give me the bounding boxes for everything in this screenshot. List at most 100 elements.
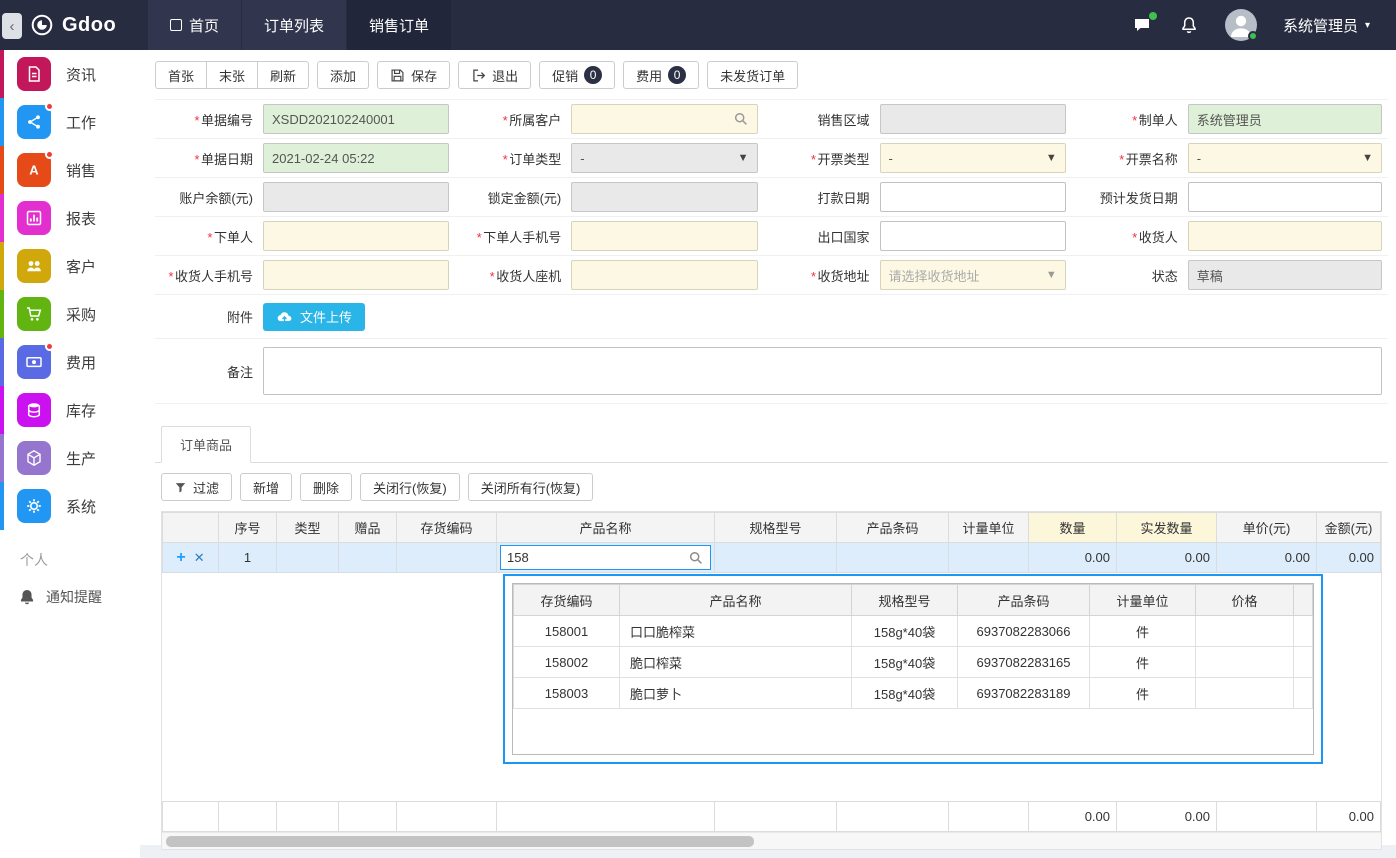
delete-row-button[interactable]: 删除 (300, 473, 353, 501)
first-record-button[interactable]: 首张 (155, 61, 208, 89)
notification-dot (45, 102, 54, 111)
cell-spec[interactable] (714, 542, 837, 573)
creator-field[interactable]: 系统管理员 (1187, 104, 1382, 134)
promotion-count-badge: 0 (584, 66, 603, 84)
export-country-field[interactable] (879, 221, 1066, 251)
sidebar-item-news[interactable]: 资讯 (0, 50, 140, 98)
chevron-down-icon: ▾ (1364, 19, 1370, 31)
order-type-select[interactable]: - ▼ (571, 143, 758, 173)
brand-name: Gdoo (62, 13, 117, 36)
product-option-row[interactable]: 158002 脆口榨菜 158g*40袋 6937082283165 件 (513, 646, 1313, 678)
sidebar-item-system[interactable]: 系统 (0, 482, 140, 530)
refresh-button[interactable]: 刷新 (257, 61, 310, 89)
address-select[interactable]: 请选择收货地址 ▼ (879, 260, 1066, 290)
cell-type[interactable] (276, 542, 339, 573)
cube-icon (17, 441, 51, 475)
orderer-field[interactable] (263, 221, 450, 251)
sidebar-item-reports[interactable]: 报表 (0, 194, 140, 242)
add-button[interactable]: 添加 (317, 61, 370, 89)
sidebar-item-sales[interactable]: A 销售 (0, 146, 140, 194)
close-all-rows-button[interactable]: 关闭所有行(恢复) (467, 473, 594, 501)
pay-date-field[interactable] (879, 182, 1066, 212)
sidebar-collapse-button[interactable]: ‹ (2, 13, 22, 39)
sidebar-item-notifications[interactable]: 通知提醒 (0, 578, 140, 616)
invoice-name-select[interactable]: - ▼ (1187, 143, 1382, 173)
sidebar-item-purchasing[interactable]: 采购 (0, 290, 140, 338)
consignee-phone-field[interactable] (263, 260, 450, 290)
promotion-button[interactable]: 促销 0 (539, 61, 616, 89)
product-option-row[interactable]: 158003 脆口萝卜 158g*40袋 6937082283189 件 (513, 677, 1313, 709)
filter-button[interactable]: 过滤 (161, 473, 233, 501)
sidebar-item-inventory[interactable]: 库存 (0, 386, 140, 434)
tab-home[interactable]: 首页 (148, 0, 242, 50)
scrollbar-thumb[interactable] (166, 836, 754, 847)
cell-unit[interactable] (948, 542, 1029, 573)
column-header-barcode: 产品条码 (836, 512, 949, 543)
notifications-button[interactable] (1179, 15, 1199, 35)
order-items-grid: 序号 类型 赠品 存货编码 产品名称 规格型号 产品条码 计量单位 数量 实发数… (161, 511, 1382, 850)
sidebar-item-work[interactable]: 工作 (0, 98, 140, 146)
doc-date-field[interactable]: 2021-02-24 05:22 (263, 143, 450, 173)
last-record-button[interactable]: 末张 (206, 61, 259, 89)
orderer-phone-label: * 下单人手机号 (476, 229, 562, 245)
messages-button[interactable] (1131, 12, 1157, 35)
tab-order-items[interactable]: 订单商品 (161, 426, 252, 463)
nav-tabs: 首页 订单列表 销售订单 (148, 0, 452, 50)
bell-icon (18, 588, 36, 606)
cell-barcode[interactable] (836, 542, 949, 573)
orderer-phone-field[interactable] (571, 221, 758, 251)
search-icon[interactable] (688, 550, 704, 566)
consignee-field[interactable] (1187, 221, 1382, 251)
sidebar-item-production[interactable]: 生产 (0, 434, 140, 482)
dd-header-sku: 存货编码 (513, 584, 620, 616)
customer-field[interactable] (571, 104, 758, 134)
cell-unit-price[interactable]: 0.00 (1216, 542, 1317, 573)
grid-empty-area: 存货编码 产品名称 规格型号 产品条码 计量单位 价格 158001 口口脆榨菜… (162, 573, 1381, 801)
brand[interactable]: Gdoo (0, 0, 148, 50)
cell-amount: 0.00 (1316, 542, 1381, 573)
cell-qty[interactable]: 0.00 (1028, 542, 1117, 573)
status-label: 状态 (1151, 268, 1178, 284)
sidebar-item-customers[interactable]: 客户 (0, 242, 140, 290)
sidebar-item-expenses[interactable]: 费用 (0, 338, 140, 386)
column-header-spec: 规格型号 (714, 512, 837, 543)
fee-button[interactable]: 费用 0 (623, 61, 700, 89)
add-row-icon[interactable]: + (176, 549, 185, 566)
cell-shipped-qty[interactable]: 0.00 (1116, 542, 1217, 573)
invoice-name-label: * 开票名称 (1118, 151, 1178, 167)
svg-text:A: A (29, 163, 39, 178)
tab-order-list[interactable]: 订单列表 (242, 0, 347, 50)
save-button[interactable]: 保存 (377, 61, 451, 89)
exit-button[interactable]: 退出 (458, 61, 532, 89)
new-row-button[interactable]: 新增 (240, 473, 293, 501)
doc-no-field[interactable]: XSDD202102240001 (263, 104, 450, 134)
tab-sales-order[interactable]: 销售订单 (347, 0, 452, 50)
doc-date-label: * 单据日期 (193, 151, 253, 167)
file-upload-button[interactable]: 文件上传 (263, 302, 366, 331)
close-row-button[interactable]: 关闭行(恢复) (360, 473, 460, 501)
expect-ship-date-label: 预计发货日期 (1099, 190, 1178, 206)
tab-order-list-label: 订单列表 (264, 17, 325, 35)
remark-textarea[interactable] (263, 347, 1382, 395)
product-option-row[interactable]: 158001 口口脆榨菜 158g*40袋 6937082283066 件 (513, 615, 1313, 647)
remove-row-icon[interactable]: ✕ (194, 550, 205, 565)
sidebar-item-label: 销售 (66, 162, 97, 180)
horizontal-scrollbar[interactable] (162, 832, 1381, 849)
consignee-tel-field[interactable] (571, 260, 758, 290)
column-header-seq: 序号 (218, 512, 277, 543)
unshipped-orders-button[interactable]: 未发货订单 (707, 61, 799, 89)
grid-footer-row: 0.00 0.00 0.00 (162, 801, 1381, 832)
invoice-type-select[interactable]: - ▼ (879, 143, 1066, 173)
user-menu[interactable]: 系统管理员 ▾ (1283, 15, 1370, 36)
status-field: 草稿 (1187, 260, 1382, 290)
sidebar-item-label: 客户 (66, 258, 97, 276)
search-icon[interactable] (733, 111, 749, 127)
column-header-sku: 存货编码 (396, 512, 497, 543)
cell-gift[interactable] (338, 542, 397, 573)
column-header-qty: 数量 (1028, 512, 1117, 543)
product-search-input[interactable] (507, 550, 688, 565)
avatar[interactable] (1224, 9, 1258, 41)
footer-total-shipped: 0.00 (1116, 801, 1217, 832)
expect-ship-date-field[interactable] (1187, 182, 1382, 212)
cell-sku[interactable] (396, 542, 497, 573)
